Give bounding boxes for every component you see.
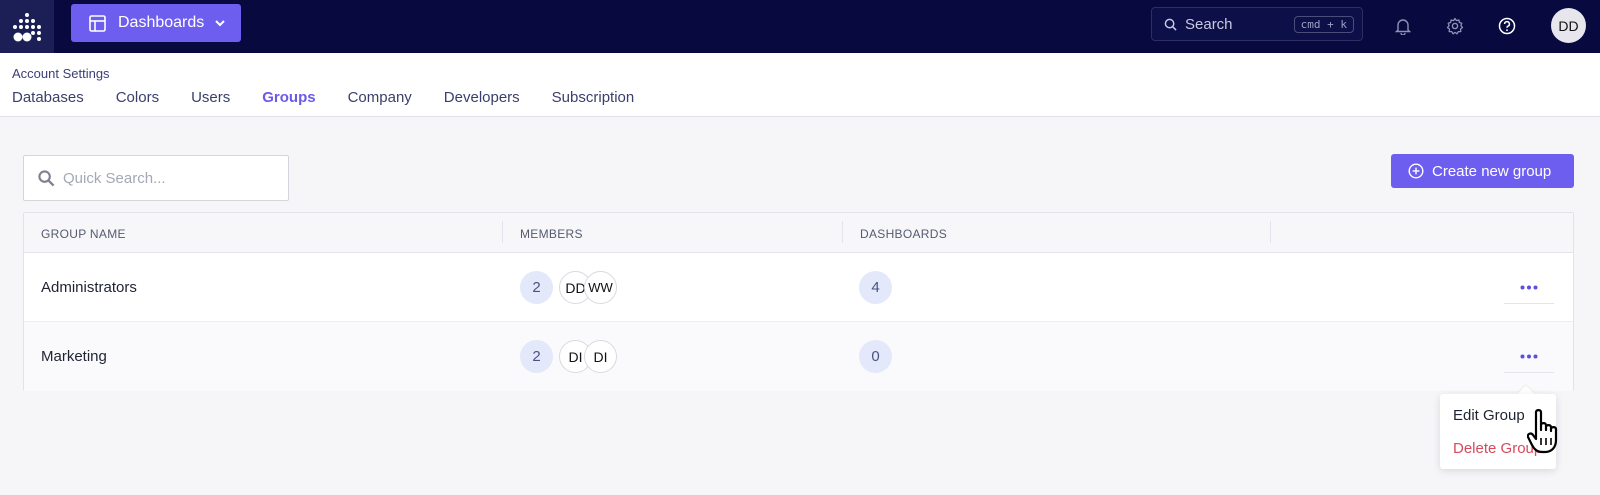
- column-divider: [842, 221, 843, 243]
- search-shortcut-hint: cmd + k: [1293, 16, 1354, 33]
- member-avatar[interactable]: DI: [584, 340, 617, 373]
- user-avatar[interactable]: DD: [1551, 8, 1586, 43]
- column-divider: [502, 221, 503, 243]
- help-icon: [1498, 17, 1516, 35]
- group-name[interactable]: Administrators: [41, 279, 137, 296]
- logo-icon: [13, 12, 41, 41]
- menu-item-delete-group[interactable]: Delete Group: [1453, 440, 1542, 457]
- tab-groups[interactable]: Groups: [262, 89, 315, 106]
- quick-search-input[interactable]: [63, 169, 263, 187]
- bell-icon: [1395, 19, 1411, 35]
- more-horizontal-icon: [1520, 285, 1538, 290]
- quick-search-box: [23, 155, 289, 201]
- group-name[interactable]: Marketing: [41, 348, 107, 365]
- dashboards-button-label: Dashboards: [118, 14, 205, 31]
- table-row[interactable]: Marketing 2 DI DI 0: [24, 322, 1573, 391]
- tab-subscription[interactable]: Subscription: [552, 89, 635, 106]
- top-bar: Dashboards Search cmd + k DD: [0, 0, 1600, 53]
- dashboard-grid-icon: [89, 14, 106, 32]
- create-new-group-label: Create new group: [1432, 162, 1552, 180]
- logo[interactable]: [0, 0, 54, 53]
- menu-item-edit-group[interactable]: Edit Group: [1453, 407, 1525, 424]
- chevron-down-icon: [215, 20, 225, 27]
- account-settings-nav: Account Settings Databases Colors Users …: [0, 53, 1600, 117]
- plus-circle-icon: [1408, 163, 1424, 179]
- dashboard-count-badge: 0: [859, 340, 892, 373]
- member-avatar[interactable]: WW: [584, 271, 617, 304]
- table-header: GROUP NAME MEMBERS DASHBOARDS: [24, 213, 1573, 253]
- column-divider: [1270, 221, 1271, 243]
- row-actions-button[interactable]: [1504, 272, 1554, 304]
- settings-button[interactable]: [1443, 14, 1467, 38]
- table-row[interactable]: Administrators 2 DD WW 4: [24, 253, 1573, 322]
- tab-developers[interactable]: Developers: [444, 89, 520, 106]
- member-count-badge: 2: [520, 340, 553, 373]
- row-actions-button[interactable]: [1504, 341, 1554, 373]
- member-count-badge: 2: [520, 271, 553, 304]
- tab-colors[interactable]: Colors: [116, 89, 159, 106]
- gear-icon: [1446, 17, 1464, 35]
- groups-table: GROUP NAME MEMBERS DASHBOARDS Administra…: [23, 212, 1574, 391]
- breadcrumb[interactable]: Account Settings: [12, 66, 110, 81]
- global-search[interactable]: Search cmd + k: [1151, 7, 1363, 41]
- tab-users[interactable]: Users: [191, 89, 230, 106]
- dashboards-button[interactable]: Dashboards: [71, 4, 241, 42]
- create-new-group-button[interactable]: Create new group: [1391, 154, 1574, 188]
- dashboard-count-badge: 4: [859, 271, 892, 304]
- help-button[interactable]: [1495, 14, 1519, 38]
- settings-tabs: Databases Colors Users Groups Company De…: [12, 89, 666, 106]
- column-header-dashboards[interactable]: DASHBOARDS: [860, 227, 947, 241]
- tab-databases[interactable]: Databases: [12, 89, 84, 106]
- global-search-label: Search: [1185, 15, 1233, 33]
- column-header-members[interactable]: MEMBERS: [520, 227, 583, 241]
- notifications-button[interactable]: [1391, 14, 1415, 38]
- tab-company[interactable]: Company: [348, 89, 412, 106]
- search-icon: [38, 169, 55, 186]
- more-horizontal-icon: [1520, 354, 1538, 359]
- search-icon: [1164, 18, 1177, 31]
- group-actions-menu: Edit Group Delete Group: [1440, 394, 1556, 469]
- column-header-group-name[interactable]: GROUP NAME: [41, 227, 126, 241]
